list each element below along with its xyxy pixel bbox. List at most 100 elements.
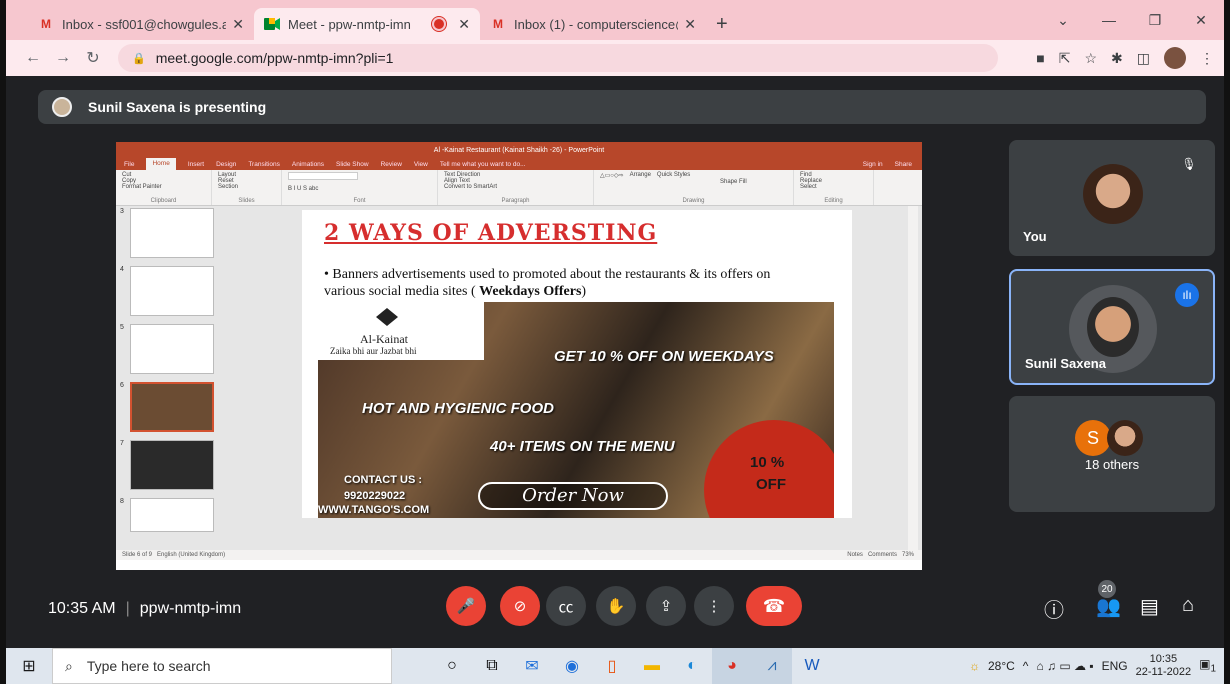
ppt-ribbon-tabs: File Home Insert Design Transitions Anim… (116, 158, 922, 170)
status-comments: Comments (867, 552, 897, 558)
meeting-details-icon[interactable]: ⓘ (1044, 594, 1064, 623)
minimize-button[interactable]: — (1086, 12, 1132, 28)
close-window-button[interactable]: ✕ (1178, 12, 1224, 29)
file-explorer-icon[interactable]: ▬ (632, 648, 672, 684)
ppt-tab-transitions: Transitions (248, 160, 280, 168)
windows-start-icon[interactable]: ⊞ (6, 656, 52, 676)
side-panel-icon[interactable]: ◫ (1137, 50, 1150, 67)
edge-icon[interactable]: ◐ (672, 648, 712, 684)
others-count: 18 others (1084, 457, 1140, 472)
meeting-info: 10:35 AM | ppw-nmtp-imn (48, 600, 242, 617)
camera-icon[interactable]: ■ (1036, 50, 1044, 66)
clock[interactable]: 10:35 22-11-2022 (1136, 653, 1191, 679)
word-icon[interactable]: W (792, 648, 832, 684)
language-indicator[interactable]: ENG (1102, 659, 1128, 673)
people-icon[interactable]: 👥 (1096, 594, 1121, 619)
bookmark-star-icon[interactable]: ☆ (1084, 50, 1097, 67)
profile-avatar[interactable] (1164, 47, 1186, 69)
more-options-button[interactable]: ⋮ (694, 586, 734, 626)
slide-thumbnail-selected (130, 382, 214, 432)
ppt-group-editing: Find Replace Select Editing (794, 170, 874, 205)
waveform-app-icon[interactable]: ⩘ (752, 648, 792, 684)
menu-icon[interactable]: ⋮ (1200, 50, 1214, 67)
windows-taskbar: ⊞ ⌕ Type here to search ○ ⧉ ✉ ◉ ▯ ▬ ◐ ◕ … (6, 648, 1224, 684)
ppt-group-clipboard: Cut Copy Format Painter Clipboard (116, 170, 212, 205)
ppt-tab-file: File (124, 160, 135, 168)
ppt-group-label: Paragraph (501, 198, 530, 204)
notifications-icon[interactable]: ▣1 (1199, 657, 1216, 674)
chrome-icon[interactable]: ◕ (712, 648, 752, 684)
system-tray: ☼ 28°C ^ ⌂ ♫ ▭ ☁ ▪ ENG 10:35 22-11-2022 … (969, 653, 1224, 679)
close-tab-icon[interactable]: ✕ (232, 16, 244, 33)
extensions-icon[interactable]: ✱ (1111, 50, 1123, 67)
thumb-number: 7 (120, 440, 124, 447)
taskbar-search[interactable]: ⌕ Type here to search (52, 648, 392, 684)
weather-icon[interactable]: ☼ (969, 659, 980, 673)
tab-search-icon[interactable]: ⌄ (1040, 12, 1086, 29)
ppt-tab-slideshow: Slide Show (336, 160, 369, 168)
ppt-status-bar: Slide 6 of 9 English (United Kingdom) No… (116, 550, 922, 560)
weather-temp[interactable]: 28°C (988, 659, 1015, 673)
tab-title: Inbox - ssf001@chowgules.ac.in (62, 16, 227, 32)
participant-tile-others[interactable]: S 18 others (1009, 396, 1215, 512)
participant-name: You (1023, 229, 1047, 244)
slide-count: Slide 6 of 9 (122, 552, 153, 558)
back-button[interactable]: ← (18, 49, 48, 67)
task-view-icon[interactable]: ⧉ (472, 648, 512, 684)
share-icon[interactable]: ⇱ (1059, 50, 1071, 67)
ppt-group-label: Drawing (682, 198, 705, 204)
thumb-number: 6 (120, 382, 124, 389)
participant-tile-sunil[interactable]: ılı Sunil Saxena (1009, 269, 1215, 385)
ppt-scrollbar (908, 206, 918, 550)
participant-avatar (1087, 297, 1139, 357)
muted-mic-icon: 🎙 (1181, 157, 1197, 171)
tray-icons[interactable]: ⌂ ♫ ▭ ☁ ▪ (1036, 659, 1093, 673)
present-button[interactable]: ⇪ (646, 586, 686, 626)
window-controls: ⌄ — ❐ ✕ (1040, 0, 1224, 40)
omnibox[interactable]: 🔒 meet.google.com/ppw-nmtp-imn?pli=1 (118, 44, 998, 72)
close-tab-icon[interactable]: ✕ (684, 16, 696, 33)
new-tab-button[interactable]: + (716, 8, 728, 40)
contact-phone: 9920229022 (344, 490, 406, 502)
tab-gmail-computerscience[interactable]: M Inbox (1) - computerscience@ch ✕ (480, 8, 706, 40)
restore-button[interactable]: ❐ (1132, 12, 1178, 29)
slide-bullet: • Banners advertisements used to promote… (324, 267, 771, 299)
leave-call-button[interactable]: ☎ (746, 586, 802, 626)
ppt-shape-fill: Shape Fill (720, 179, 747, 185)
tab-meet[interactable]: Meet - ppw-nmtp-imn ✕ (254, 8, 480, 40)
notification-count: 1 (1210, 663, 1216, 675)
mail-app-icon[interactable]: ✉ (512, 648, 552, 684)
presenting-text: Sunil Saxena is presenting (88, 99, 267, 115)
captions-button[interactable]: ㏄ (546, 586, 586, 626)
slide-thumbnail (130, 324, 214, 374)
url-text[interactable]: meet.google.com/ppw-nmtp-imn?pli=1 (156, 50, 394, 66)
toolbar-actions: ■ ⇱ ☆ ✱ ◫ ⋮ (1036, 47, 1214, 69)
mic-off-button[interactable]: 🎤 (446, 586, 486, 626)
cortana-icon[interactable]: ○ (432, 648, 472, 684)
raise-hand-button[interactable]: ✋ (596, 586, 636, 626)
edge-legacy-icon[interactable]: ◉ (552, 648, 592, 684)
ppt-group-label: Font (353, 198, 366, 204)
activities-icon[interactable]: ⌂ (1182, 594, 1194, 617)
ppt-format-painter: Format Painter (122, 184, 162, 190)
ppt-group-slides: Layout Reset Section Slides (212, 170, 282, 205)
tab-gmail-ssf001[interactable]: M Inbox - ssf001@chowgules.ac.in ✕ (28, 8, 254, 40)
ppt-smartart: Convert to SmartArt (444, 184, 498, 190)
close-tab-icon[interactable]: ✕ (458, 16, 470, 33)
forward-button[interactable]: → (48, 49, 78, 67)
thumb-number: 4 (120, 266, 124, 273)
chat-icon[interactable]: ▤ (1140, 594, 1159, 619)
lock-icon[interactable]: 🔒 (132, 52, 146, 65)
ppt-tab-design: Design (216, 160, 237, 168)
tray-chevron-icon[interactable]: ^ (1023, 659, 1029, 673)
ppt-window-title: Al -Kainat Restaurant (Kainat Shaikh -26… (433, 146, 605, 154)
office-icon[interactable]: ▯ (592, 648, 632, 684)
slide-thumbnail (130, 208, 214, 258)
reload-button[interactable]: ↻ (78, 48, 108, 68)
taskbar-time: 10:35 (1149, 653, 1178, 665)
camera-off-button[interactable]: ⊘ (500, 586, 540, 626)
slide-thumbnails: 3 4 5 6 7 8 (116, 206, 234, 560)
participant-tile-you[interactable]: 🎙 You (1009, 140, 1215, 256)
status-language: English (United Kingdom) (157, 552, 226, 558)
ppt-signin: Sign in (862, 160, 883, 168)
